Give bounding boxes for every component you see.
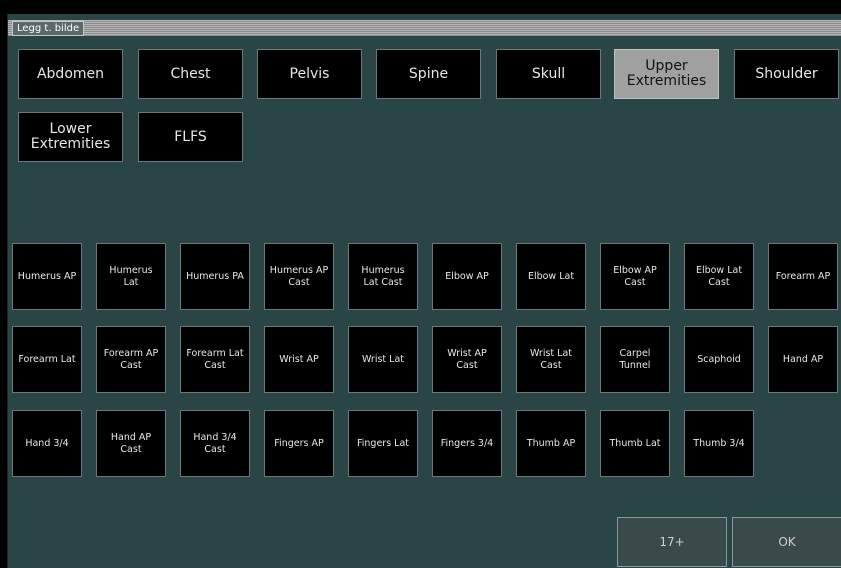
view-button[interactable]: Humerus AP bbox=[12, 243, 82, 310]
view-button[interactable]: Fingers AP bbox=[264, 410, 334, 477]
more-button[interactable]: 17+ bbox=[617, 517, 727, 567]
view-button[interactable]: Hand 3/4 Cast bbox=[180, 410, 250, 477]
view-button[interactable]: Forearm AP Cast bbox=[96, 326, 166, 393]
view-button[interactable]: Hand AP Cast bbox=[96, 410, 166, 477]
category-button[interactable]: Abdomen bbox=[18, 49, 123, 99]
view-button[interactable]: Hand AP bbox=[768, 326, 838, 393]
view-button[interactable]: Elbow AP bbox=[432, 243, 502, 310]
category-button[interactable]: Chest bbox=[138, 49, 243, 99]
view-button[interactable]: Forearm Lat Cast bbox=[180, 326, 250, 393]
view-button[interactable]: Thumb 3/4 bbox=[684, 410, 754, 477]
view-button[interactable]: Forearm Lat bbox=[12, 326, 82, 393]
view-button[interactable]: Scaphoid bbox=[684, 326, 754, 393]
title-bar[interactable]: Legg t. bilde bbox=[8, 20, 841, 36]
ok-button[interactable]: OK bbox=[732, 517, 841, 567]
category-button[interactable]: Shoulder bbox=[734, 49, 839, 99]
category-button[interactable]: Skull bbox=[496, 49, 601, 99]
view-button[interactable]: Wrist Lat bbox=[348, 326, 418, 393]
view-button[interactable]: Thumb Lat bbox=[600, 410, 670, 477]
view-button[interactable]: Fingers 3/4 bbox=[432, 410, 502, 477]
view-button[interactable]: Wrist AP bbox=[264, 326, 334, 393]
view-button[interactable]: Humerus Lat bbox=[96, 243, 166, 310]
view-button[interactable]: Wrist Lat Cast bbox=[516, 326, 586, 393]
category-button[interactable]: Spine bbox=[376, 49, 481, 99]
view-button[interactable]: Carpel Tunnel bbox=[600, 326, 670, 393]
view-button[interactable]: Elbow Lat Cast bbox=[684, 243, 754, 310]
category-button[interactable]: Upper Extremities bbox=[614, 49, 719, 99]
view-button[interactable]: Forearm AP bbox=[768, 243, 838, 310]
view-button[interactable]: Humerus AP Cast bbox=[264, 243, 334, 310]
view-button[interactable]: Humerus PA bbox=[180, 243, 250, 310]
view-button[interactable]: Fingers Lat bbox=[348, 410, 418, 477]
category-button[interactable]: Lower Extremities bbox=[18, 112, 123, 162]
category-button[interactable]: FLFS bbox=[138, 112, 243, 162]
add-image-dialog: Legg t. bilde Abdomen Chest Pelvis Spine Sku… bbox=[7, 14, 841, 568]
view-button[interactable]: Elbow AP Cast bbox=[600, 243, 670, 310]
view-button[interactable]: Wrist AP Cast bbox=[432, 326, 502, 393]
category-button[interactable]: Pelvis bbox=[257, 49, 362, 99]
view-button[interactable]: Elbow Lat bbox=[516, 243, 586, 310]
view-button[interactable]: Hand 3/4 bbox=[12, 410, 82, 477]
window-title: Legg t. bilde bbox=[12, 21, 85, 36]
view-button[interactable]: Humerus Lat Cast bbox=[348, 243, 418, 310]
view-button[interactable]: Thumb AP bbox=[516, 410, 586, 477]
